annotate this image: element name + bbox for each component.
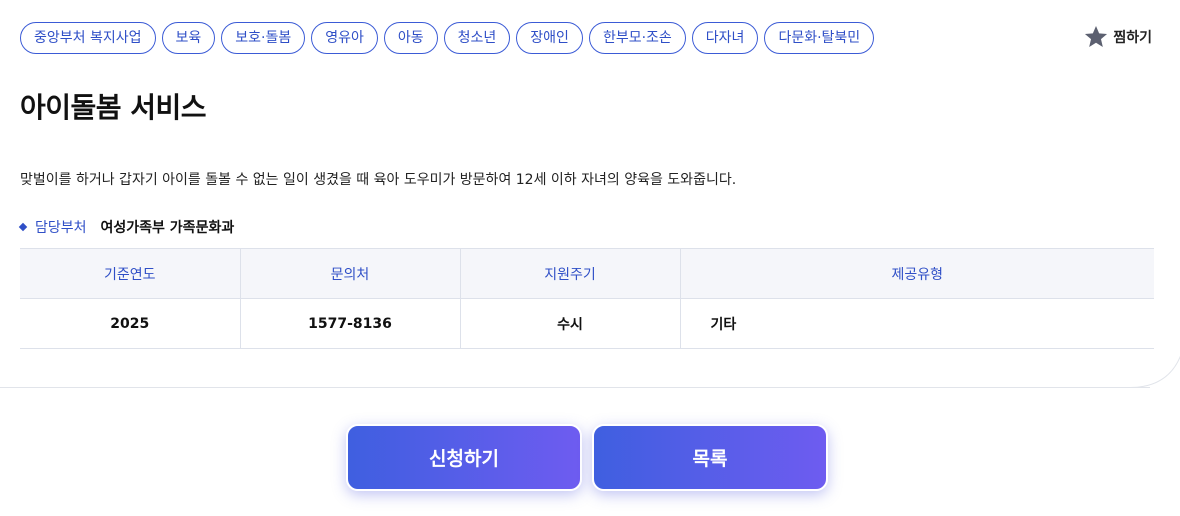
tag-child[interactable]: 아동 (383, 22, 438, 54)
tag-protection-care[interactable]: 보호·돌봄 (221, 22, 306, 54)
tag-multi-child[interactable]: 다자녀 (691, 22, 759, 54)
tag-multicultural[interactable]: 다문화·탈북민 (764, 22, 875, 54)
service-detail-page: 중앙부처 복지사업 보육 보호·돌봄 영유아 아동 청소년 장애인 한부모·조손… (0, 0, 1180, 516)
tag-single-parent[interactable]: 한부모·조손 (588, 22, 686, 54)
department-value: 여성가족부 가족문화과 (100, 220, 235, 236)
header-provision-type: 제공유형 (680, 248, 1154, 299)
table-header-row: 기준연도 문의처 지원주기 제공유형 (20, 248, 1154, 299)
diamond-bullet-icon (18, 222, 28, 232)
tag-youth[interactable]: 청소년 (443, 22, 511, 54)
page-title: 아이돌봄 서비스 (20, 91, 207, 124)
header-contact: 문의처 (240, 248, 461, 299)
favorite-label: 찜하기 (1113, 30, 1152, 46)
action-buttons: 신청하기 목록 (346, 424, 828, 491)
favorite-button[interactable]: 찜하기 (1083, 24, 1152, 50)
service-description: 맞벌이를 하거나 갑자기 아이를 돌볼 수 없는 일이 생겼을 때 육아 도우미… (20, 172, 737, 188)
cell-support-cycle: 수시 (460, 298, 681, 349)
list-button[interactable]: 목록 (592, 424, 828, 491)
table-row: 2025 1577-8136 수시 기타 (20, 298, 1154, 349)
header-base-year: 기준연도 (20, 248, 241, 299)
cell-base-year: 2025 (20, 298, 241, 349)
tag-infant[interactable]: 영유아 (311, 22, 378, 54)
cell-contact: 1577-8136 (240, 298, 461, 349)
cell-provision-type: 기타 (680, 298, 1154, 349)
service-info-table: 기준연도 문의처 지원주기 제공유형 2025 1577-8136 수시 기타 (20, 248, 1154, 349)
apply-button[interactable]: 신청하기 (346, 424, 582, 491)
star-icon (1085, 25, 1108, 47)
tag-central-welfare[interactable]: 중앙부처 복지사업 (20, 22, 156, 54)
tag-disabled[interactable]: 장애인 (516, 22, 583, 54)
department-info: 담당부처 여성가족부 가족문화과 (18, 217, 235, 237)
section-divider (0, 387, 1150, 388)
header-support-cycle: 지원주기 (460, 248, 681, 299)
department-label: 담당부처 (35, 220, 87, 236)
divider-curve (1130, 355, 1180, 388)
tag-childcare[interactable]: 보육 (161, 22, 216, 54)
category-tags: 중앙부처 복지사업 보육 보호·돌봄 영유아 아동 청소년 장애인 한부모·조손… (20, 22, 875, 54)
